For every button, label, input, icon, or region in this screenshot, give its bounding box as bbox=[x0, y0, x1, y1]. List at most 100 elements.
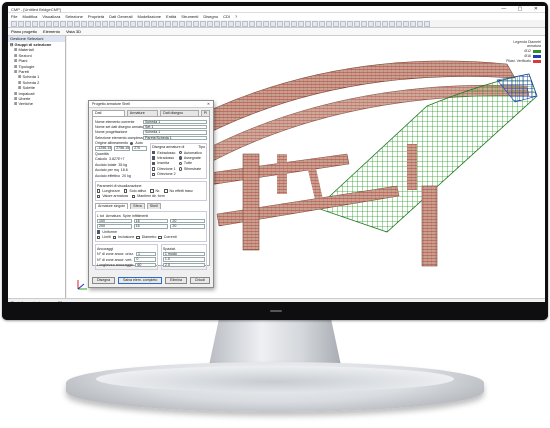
toolbar-tool-icon[interactable] bbox=[291, 21, 297, 27]
toolbar-tool-icon[interactable] bbox=[207, 21, 213, 27]
toolbar-tool-icon[interactable] bbox=[221, 21, 227, 27]
toolbar-tool-icon[interactable] bbox=[88, 21, 94, 27]
toolbar-tool-icon[interactable] bbox=[242, 21, 248, 27]
uniform-checkbox[interactable] bbox=[97, 230, 101, 234]
toolbar-tool-icon[interactable] bbox=[424, 21, 430, 27]
origin-coord-field[interactable]: 2756.15 bbox=[114, 146, 131, 151]
toolbar-tool-icon[interactable] bbox=[333, 21, 339, 27]
toolbar-tool-icon[interactable] bbox=[130, 21, 136, 27]
toolbar-tool-icon[interactable] bbox=[67, 21, 73, 27]
toolbar-tool-icon[interactable] bbox=[368, 21, 374, 27]
toolbar-tool-icon[interactable] bbox=[123, 21, 129, 27]
toolbar-tool-icon[interactable] bbox=[186, 21, 192, 27]
menu-item-item[interactable]: ? bbox=[235, 13, 237, 20]
toolbar-tool-icon[interactable] bbox=[179, 21, 185, 27]
selection-field[interactable]: Parete/Scheda 1 bbox=[143, 135, 207, 141]
bar-cell[interactable]: 16 bbox=[133, 218, 169, 224]
bar-cell[interactable]: 20 bbox=[170, 218, 206, 224]
toolbar-tool-icon[interactable] bbox=[193, 21, 199, 27]
toolbar-tool-icon[interactable] bbox=[53, 21, 59, 27]
display-option-checkbox[interactable] bbox=[97, 194, 101, 199]
toolbar-tool-icon[interactable] bbox=[109, 21, 115, 27]
spacing-field[interactable]: 2.0 bbox=[162, 262, 205, 268]
field-input[interactable]: Set 1 bbox=[143, 124, 207, 130]
menu-item-propriet[interactable]: Proprietà bbox=[88, 13, 104, 20]
toolbar2-item-piano-progetto[interactable]: Piano progetto bbox=[11, 28, 37, 35]
menu-item-strumenti[interactable]: Strumenti bbox=[181, 13, 198, 20]
toolbar-tool-icon[interactable] bbox=[319, 21, 325, 27]
display-option-checkbox[interactable] bbox=[150, 189, 154, 193]
display-option-checkbox[interactable] bbox=[97, 189, 101, 193]
anchor-value[interactable]: 1 bbox=[136, 251, 156, 257]
anchor-value[interactable]: 0 bbox=[134, 257, 156, 262]
spacing-field[interactable]: 1.0 bbox=[162, 257, 205, 262]
toolbar-tool-icon[interactable] bbox=[81, 21, 87, 27]
origin-coord-field[interactable]: 270 bbox=[132, 146, 147, 151]
draw-option-checkbox[interactable] bbox=[152, 167, 156, 171]
toolbar-tool-icon[interactable] bbox=[347, 21, 353, 27]
toolbar-tool-icon[interactable] bbox=[410, 21, 416, 27]
draw-option-checkbox[interactable] bbox=[152, 150, 156, 155]
type-option-radio[interactable] bbox=[178, 156, 182, 160]
menu-item-cdi[interactable]: CDI bbox=[223, 13, 230, 20]
type-option-radio[interactable] bbox=[178, 150, 182, 155]
menu-item-entit[interactable]: Entità bbox=[166, 13, 176, 20]
toolbar-tool-icon[interactable] bbox=[249, 21, 255, 27]
toolbar-tool-icon[interactable] bbox=[214, 21, 220, 27]
toolbar-tool-icon[interactable] bbox=[396, 21, 402, 27]
disegna-button[interactable]: Disegna bbox=[92, 277, 116, 284]
menu-item-selezione[interactable]: Selezione bbox=[65, 13, 83, 20]
draw-option-checkbox[interactable] bbox=[152, 161, 156, 166]
elimina-button[interactable]: Elimina bbox=[165, 277, 187, 284]
toolbar-tool-icon[interactable] bbox=[60, 21, 66, 27]
toolbar-tool-icon[interactable] bbox=[326, 21, 332, 27]
toolbar2-item-vista-3d[interactable]: Vista 3D bbox=[66, 28, 81, 35]
bar-cell[interactable]: 100 bbox=[97, 218, 132, 224]
anchor-value[interactable]: 60 bbox=[135, 262, 156, 268]
field-input[interactable]: Scheda 1 bbox=[143, 119, 207, 124]
section-tab-armature-singole[interactable]: Armature singole bbox=[95, 203, 129, 210]
toolbar-tool-icon[interactable] bbox=[11, 21, 17, 27]
toolbar-tool-icon[interactable] bbox=[263, 21, 269, 27]
toolbar-tool-icon[interactable] bbox=[382, 21, 388, 27]
chiudi-button[interactable]: Chiudi bbox=[189, 277, 210, 284]
display-option-checkbox[interactable] bbox=[164, 189, 168, 193]
toolbar-tool-icon[interactable] bbox=[361, 21, 367, 27]
salva-elem-completo-button[interactable]: Salva elem. completo bbox=[118, 277, 163, 284]
toolbar-tool-icon[interactable] bbox=[235, 21, 241, 27]
bar-cell[interactable]: 20 bbox=[170, 224, 206, 229]
menu-item-file[interactable]: File bbox=[11, 13, 17, 20]
toolbar-tool-icon[interactable] bbox=[228, 21, 234, 27]
dialog-close-icon[interactable]: ✕ bbox=[207, 101, 210, 108]
draw-option-checkbox[interactable] bbox=[152, 156, 156, 160]
menu-item-modifica[interactable]: Modifica bbox=[22, 13, 37, 20]
toolbar-tool-icon[interactable] bbox=[137, 21, 143, 27]
window-controls[interactable]: — ▢ ✕ bbox=[501, 6, 543, 13]
menu-item-dati-generali[interactable]: Dati Generali bbox=[109, 13, 132, 20]
toolbar-tool-icon[interactable] bbox=[158, 21, 164, 27]
toolbar-tool-icon[interactable] bbox=[403, 21, 409, 27]
toolbar-tool-icon[interactable] bbox=[165, 21, 171, 27]
toolbar-tool-icon[interactable] bbox=[340, 21, 346, 27]
display-option-checkbox[interactable] bbox=[131, 194, 136, 199]
section-tab-sfera[interactable]: Sfera bbox=[130, 203, 145, 210]
toolbar-tool-icon[interactable] bbox=[375, 21, 381, 27]
draw-option-checkbox[interactable] bbox=[152, 172, 156, 176]
toolbar-tool-icon[interactable] bbox=[39, 21, 45, 27]
bar-option-checkbox[interactable] bbox=[97, 235, 101, 240]
bar-cell[interactable]: 16 bbox=[133, 224, 169, 229]
bar-option-checkbox[interactable] bbox=[136, 235, 140, 240]
origin-auto-radio[interactable] bbox=[129, 141, 134, 145]
type-option-radio[interactable] bbox=[178, 167, 182, 171]
bar-option-checkbox[interactable] bbox=[158, 235, 162, 240]
bar-option-checkbox[interactable] bbox=[112, 235, 117, 240]
toolbar-tool-icon[interactable] bbox=[277, 21, 283, 27]
origin-coord-field[interactable]: -1256.15 bbox=[95, 146, 113, 151]
section-tab-shell[interactable]: Shell bbox=[146, 203, 161, 210]
menu-item-visualizza[interactable]: Visualizza bbox=[42, 13, 60, 20]
toolbar-tool-icon[interactable] bbox=[74, 21, 80, 27]
spacing-field[interactable]: 1 modo bbox=[162, 251, 205, 257]
toolbar-tool-icon[interactable] bbox=[102, 21, 108, 27]
toolbar-tool-icon[interactable] bbox=[32, 21, 38, 27]
toolbar-tool-icon[interactable] bbox=[151, 21, 157, 27]
